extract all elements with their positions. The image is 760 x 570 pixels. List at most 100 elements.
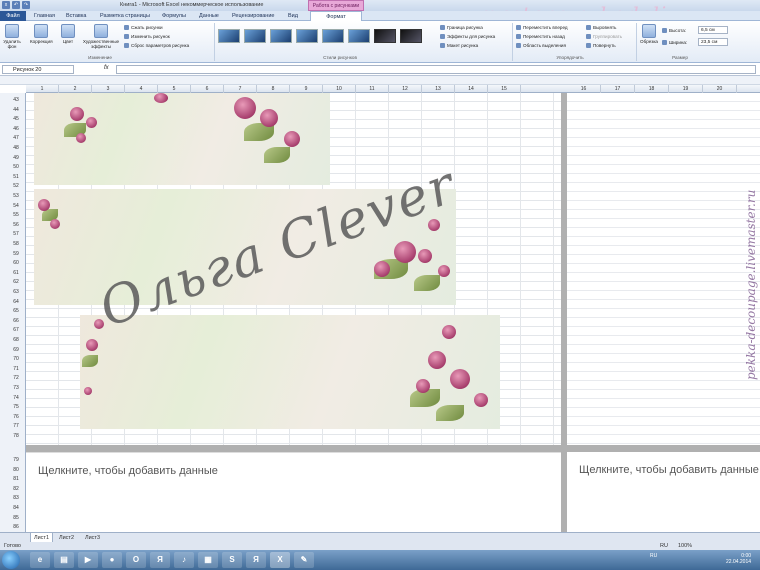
excel-task-icon[interactable]: X (270, 552, 290, 568)
row-header[interactable]: 73 (6, 385, 26, 391)
column-header[interactable]: 15 (488, 85, 521, 93)
column-header[interactable]: 7 (224, 85, 257, 93)
undo-icon[interactable]: ↶ (12, 1, 20, 9)
send-backward-button[interactable]: Переместить назад (516, 33, 565, 41)
row-header[interactable]: 55 (6, 212, 26, 218)
column-header[interactable]: 18 (635, 85, 669, 93)
add-data-area-1[interactable]: Щелкните, чтобы добавить данные (26, 452, 561, 532)
row-header[interactable]: 46 (6, 126, 26, 132)
row-header[interactable]: 77 (6, 423, 26, 429)
row-header[interactable]: 44 (6, 107, 26, 113)
app-icon[interactable]: ▦ (198, 552, 218, 568)
floral-picture-3[interactable] (80, 315, 500, 429)
row-header[interactable]: 83 (6, 495, 26, 501)
row-header[interactable]: 49 (6, 155, 26, 161)
remove-background-button[interactable]: Удалить фон (1, 24, 23, 49)
row-header[interactable]: 66 (6, 318, 26, 324)
floral-picture-1[interactable] (34, 93, 330, 185)
row-header[interactable]: 56 (6, 222, 26, 228)
picture-style-8[interactable] (400, 29, 422, 43)
row-header[interactable]: 80 (6, 467, 26, 473)
start-button[interactable] (2, 551, 20, 569)
zoom-level[interactable]: 100% (678, 542, 692, 550)
height-input[interactable]: 6,5 см (698, 26, 728, 34)
picture-layout-button[interactable]: Макет рисунка (440, 42, 478, 50)
crop-button[interactable]: Обрезка (638, 24, 660, 44)
row-header[interactable]: 69 (6, 347, 26, 353)
name-box[interactable]: Рисунок 20 (2, 65, 74, 74)
redo-icon[interactable]: ↷ (22, 1, 30, 9)
selection-pane-button[interactable]: Область выделения (516, 42, 566, 50)
row-header[interactable]: 82 (6, 486, 26, 492)
explorer-icon[interactable]: ▤ (54, 552, 74, 568)
row-header[interactable]: 64 (6, 299, 26, 305)
row-header[interactable]: 68 (6, 337, 26, 343)
column-header[interactable]: 16 (567, 85, 601, 93)
tray-lang[interactable]: RU (650, 553, 657, 559)
row-header[interactable]: 48 (6, 145, 26, 151)
picture-style-2[interactable] (244, 29, 266, 43)
reset-picture-button[interactable]: Сброс параметров рисунка (124, 42, 189, 50)
picture-border-button[interactable]: Граница рисунка (440, 24, 483, 32)
column-header[interactable]: 12 (389, 85, 422, 93)
row-header[interactable]: 51 (6, 174, 26, 180)
picture-effects-button[interactable]: Эффекты для рисунка (440, 33, 495, 41)
row-header[interactable]: 86 (6, 524, 26, 530)
group-button[interactable]: Группировать (586, 33, 622, 41)
formula-input[interactable] (116, 65, 756, 74)
column-header[interactable]: 6 (191, 85, 224, 93)
picture-style-1[interactable] (218, 29, 240, 43)
row-header[interactable]: 54 (6, 203, 26, 209)
page-1[interactable]: Ольга Clever (26, 93, 561, 445)
row-header[interactable]: 58 (6, 241, 26, 247)
row-header[interactable]: 70 (6, 356, 26, 362)
column-header[interactable]: 1 (26, 85, 59, 93)
row-header[interactable]: 67 (6, 327, 26, 333)
column-header[interactable]: 2 (59, 85, 92, 93)
row-header[interactable]: 53 (6, 193, 26, 199)
column-header[interactable]: 14 (455, 85, 488, 93)
yandex-icon[interactable]: Я (150, 552, 170, 568)
opera-icon[interactable]: O (126, 552, 146, 568)
row-header[interactable]: 57 (6, 231, 26, 237)
bring-forward-button[interactable]: Переместить вперед (516, 24, 568, 32)
row-header[interactable]: 84 (6, 505, 26, 511)
artistic-effects-button[interactable]: Художественные эффекты (82, 24, 120, 49)
picture-style-5[interactable] (322, 29, 344, 43)
column-header[interactable]: 19 (669, 85, 703, 93)
rotate-button[interactable]: Повернуть (586, 42, 616, 50)
tab-view[interactable]: Вид (285, 11, 301, 21)
row-header[interactable]: 50 (6, 164, 26, 170)
row-header[interactable]: 59 (6, 251, 26, 257)
row-header[interactable]: 52 (6, 183, 26, 189)
audio-icon[interactable]: ♪ (174, 552, 194, 568)
column-header[interactable]: 20 (703, 85, 737, 93)
picture-style-4[interactable] (296, 29, 318, 43)
picture-style-3[interactable] (270, 29, 292, 43)
column-header[interactable]: 11 (356, 85, 389, 93)
row-header[interactable]: 74 (6, 395, 26, 401)
row-header[interactable]: 76 (6, 414, 26, 420)
page-2[interactable] (567, 93, 760, 445)
column-header[interactable]: 4 (125, 85, 158, 93)
tab-format[interactable]: Формат (310, 11, 362, 21)
skype-icon[interactable]: S (222, 552, 242, 568)
ie-icon[interactable]: e (30, 552, 50, 568)
column-header[interactable]: 17 (601, 85, 635, 93)
tab-insert[interactable]: Вставка (63, 11, 89, 21)
align-button[interactable]: Выровнять (586, 24, 616, 32)
picture-style-6[interactable] (348, 29, 370, 43)
firefox-icon[interactable]: ● (102, 552, 122, 568)
row-header[interactable]: 78 (6, 433, 26, 439)
media-icon[interactable]: ▶ (78, 552, 98, 568)
column-header[interactable]: 13 (422, 85, 455, 93)
column-header[interactable]: 10 (323, 85, 356, 93)
column-header[interactable]: 8 (257, 85, 290, 93)
row-header[interactable]: 47 (6, 135, 26, 141)
excel-app-icon[interactable]: x (2, 1, 10, 9)
yandex-browser-icon[interactable]: Я (246, 552, 266, 568)
corrections-button[interactable]: Коррекция (30, 24, 53, 44)
paint-icon[interactable]: ✎ (294, 552, 314, 568)
row-header[interactable]: 72 (6, 375, 26, 381)
compress-pictures-button[interactable]: Сжать рисунки (124, 24, 163, 32)
